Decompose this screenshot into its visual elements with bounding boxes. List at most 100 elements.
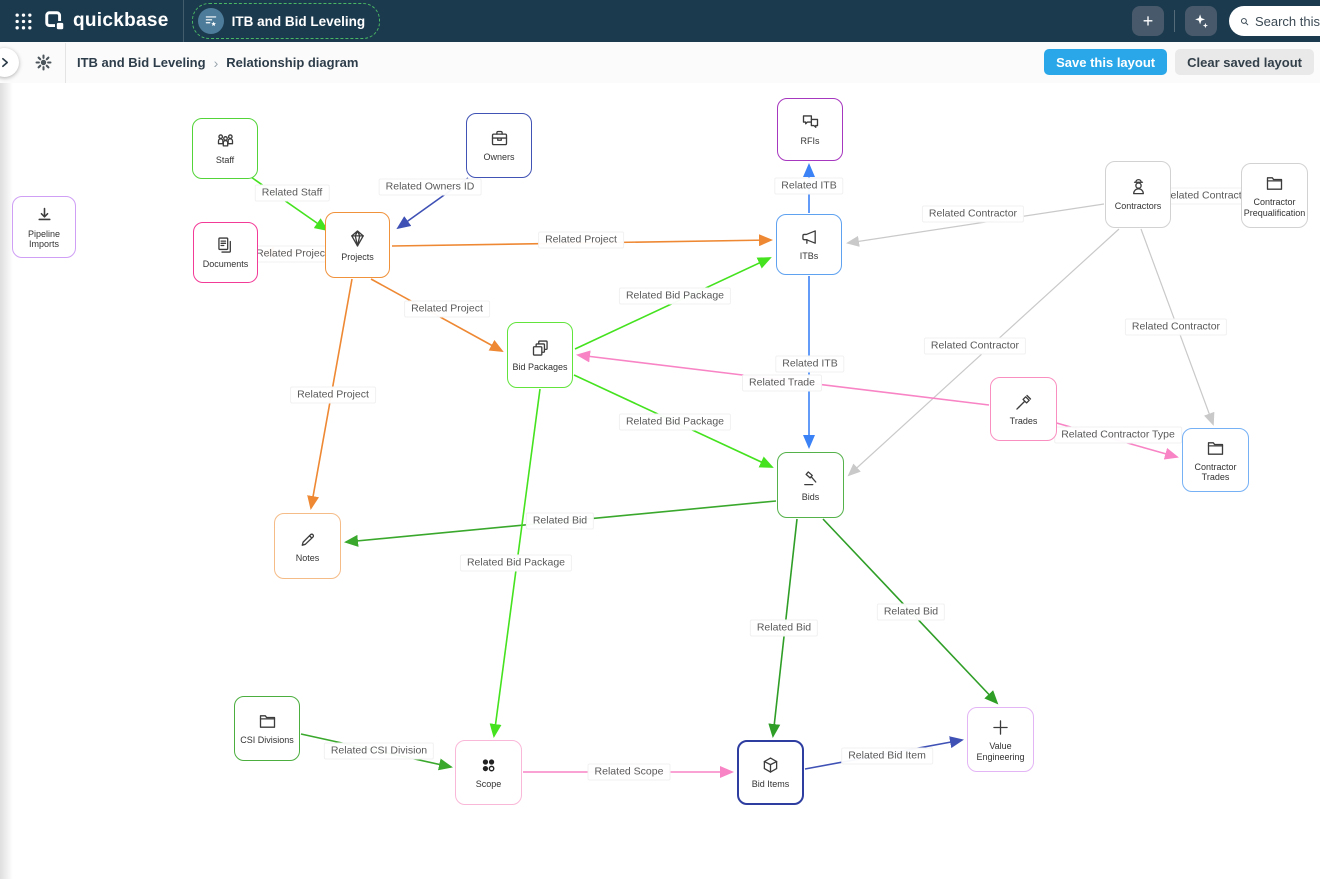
edge-label: Related Bid Package bbox=[459, 554, 573, 572]
edge-label: Related Bid Package bbox=[618, 413, 732, 431]
search-input[interactable]: Search this bbox=[1229, 6, 1320, 36]
node-label: Scope bbox=[475, 779, 502, 790]
clear-layout-button[interactable]: Clear saved layout bbox=[1175, 49, 1314, 75]
plus-icon bbox=[993, 720, 1008, 735]
edge-label: Related Project bbox=[290, 386, 376, 404]
edge-label: Related Staff bbox=[254, 184, 330, 202]
node-value-engineering[interactable]: Value Engineering bbox=[967, 707, 1034, 772]
chevron-right-icon bbox=[2, 57, 9, 68]
pencil-icon bbox=[301, 533, 315, 546]
edge-label: Related Scope bbox=[587, 763, 671, 781]
node-rfis[interactable]: RFIs bbox=[777, 98, 843, 161]
node-label: Bid Items bbox=[751, 779, 790, 790]
node-label: Bids bbox=[801, 491, 820, 502]
topbar-actions: + Search this bbox=[1132, 0, 1320, 42]
node-label: Staff bbox=[215, 155, 235, 166]
edge-label: Related Bid bbox=[876, 603, 946, 621]
toolbar-divider bbox=[65, 42, 66, 83]
node-notes[interactable]: Notes bbox=[274, 513, 341, 579]
sparkles-icon bbox=[1194, 13, 1208, 28]
download-icon bbox=[37, 207, 51, 220]
node-bid-items[interactable]: Bid Items bbox=[737, 740, 804, 805]
node-staff[interactable]: Staff bbox=[192, 118, 258, 179]
app-badge-icon bbox=[197, 8, 224, 34]
chat-bubbles-icon bbox=[802, 115, 818, 129]
node-label: Projects bbox=[341, 251, 374, 262]
node-label: Owners bbox=[483, 152, 515, 163]
topbar-divider bbox=[182, 0, 184, 42]
app-tab-label: ITB and Bid Leveling bbox=[231, 13, 366, 29]
node-contractor-trades[interactable]: Contractor Trades bbox=[1182, 428, 1249, 492]
quickbase-logo[interactable]: quickbase bbox=[44, 10, 169, 32]
node-bids[interactable]: Bids bbox=[777, 452, 844, 518]
gear-icon bbox=[35, 54, 52, 71]
edge-label: Related Owners ID bbox=[378, 178, 482, 196]
gem-icon bbox=[351, 230, 364, 247]
edge-label: Related Project bbox=[538, 231, 624, 249]
node-label: Documents bbox=[202, 259, 249, 270]
node-label: RFIs bbox=[800, 136, 820, 147]
node-label: Contractors bbox=[1114, 201, 1162, 212]
relationship-diagram-canvas[interactable]: Related Staff Related Owners ID Related … bbox=[0, 83, 1320, 879]
node-csi-divisions[interactable]: CSI Divisions bbox=[234, 696, 300, 761]
contractor-icon bbox=[1132, 179, 1144, 195]
node-projects[interactable]: Projects bbox=[325, 212, 390, 278]
search-placeholder: Search this bbox=[1254, 13, 1320, 29]
cube-icon bbox=[763, 757, 778, 774]
edge-label: Related Contractor bbox=[1124, 318, 1228, 336]
edge-label: Related Bid bbox=[525, 512, 595, 530]
edge-label: Related Bid Package bbox=[618, 287, 732, 305]
breadcrumb-page: Relationship diagram bbox=[226, 55, 359, 70]
node-label: Contractor Trades bbox=[1194, 461, 1237, 482]
node-label: Value Engineering bbox=[976, 741, 1025, 762]
folder-icon bbox=[259, 715, 275, 729]
stacked-squares-icon bbox=[532, 340, 548, 356]
breadcrumb: ITB and Bid Leveling › Relationship diag… bbox=[77, 55, 358, 71]
folder-icon bbox=[1266, 177, 1283, 190]
node-trades[interactable]: Trades bbox=[990, 377, 1057, 441]
node-documents[interactable]: Documents bbox=[193, 222, 258, 283]
node-contractor-prequalification[interactable]: Contractor Prequalification bbox=[1241, 163, 1308, 228]
ai-sparkles-button[interactable] bbox=[1185, 6, 1217, 36]
megaphone-icon bbox=[801, 230, 816, 245]
page-toolbar: ITB and Bid Leveling › Relationship diag… bbox=[0, 42, 1320, 83]
edge-label: Related Bid bbox=[749, 619, 819, 637]
breadcrumb-separator-icon: › bbox=[213, 54, 219, 71]
edge-label: Related ITB bbox=[775, 355, 845, 373]
screwdriver-icon bbox=[1016, 394, 1032, 410]
node-label: Pipeline Imports bbox=[27, 228, 61, 249]
node-bid-packages[interactable]: Bid Packages bbox=[507, 322, 573, 388]
app-tab-itb-and-bid-leveling[interactable]: ITB and Bid Leveling bbox=[191, 3, 381, 39]
new-app-button[interactable]: + bbox=[1132, 6, 1164, 36]
dot-grid-icon bbox=[482, 759, 495, 772]
quickbase-logo-icon bbox=[45, 11, 64, 30]
app-grid-icon[interactable] bbox=[8, 6, 38, 36]
edge-label: Related CSI Division bbox=[323, 742, 435, 760]
edge-label: Related Trade bbox=[742, 374, 822, 392]
topbar-actions-divider bbox=[1174, 10, 1175, 32]
node-label: Trades bbox=[1009, 415, 1038, 426]
node-itbs[interactable]: ITBs bbox=[776, 214, 842, 275]
node-scope[interactable]: Scope bbox=[455, 740, 522, 805]
documents-icon bbox=[218, 237, 231, 254]
top-bar: quickbase ITB and Bid Leveling + Search … bbox=[0, 0, 1320, 42]
edge-label: Related Contractor bbox=[921, 205, 1025, 223]
edge-label: Related ITB bbox=[774, 177, 844, 195]
node-label: Notes bbox=[295, 552, 320, 563]
toolbar-actions: Save this layout Clear saved layout bbox=[1044, 49, 1314, 75]
settings-gear-button[interactable] bbox=[34, 53, 53, 72]
node-contractors[interactable]: Contractors bbox=[1105, 161, 1171, 228]
expand-panel-button[interactable] bbox=[0, 48, 19, 77]
briefcase-icon bbox=[491, 131, 507, 146]
breadcrumb-app[interactable]: ITB and Bid Leveling bbox=[77, 55, 206, 70]
folder-icon bbox=[1207, 441, 1224, 455]
save-layout-button[interactable]: Save this layout bbox=[1044, 49, 1168, 75]
node-label: Bid Packages bbox=[512, 361, 568, 372]
node-label: Contractor Prequalification bbox=[1243, 197, 1306, 218]
node-owners[interactable]: Owners bbox=[466, 113, 532, 178]
node-label: ITBs bbox=[799, 251, 819, 262]
node-pipeline-imports[interactable]: Pipeline Imports bbox=[12, 196, 76, 258]
people-icon bbox=[217, 134, 233, 147]
search-icon bbox=[1241, 17, 1249, 25]
edge-label: Related Project bbox=[404, 300, 490, 318]
